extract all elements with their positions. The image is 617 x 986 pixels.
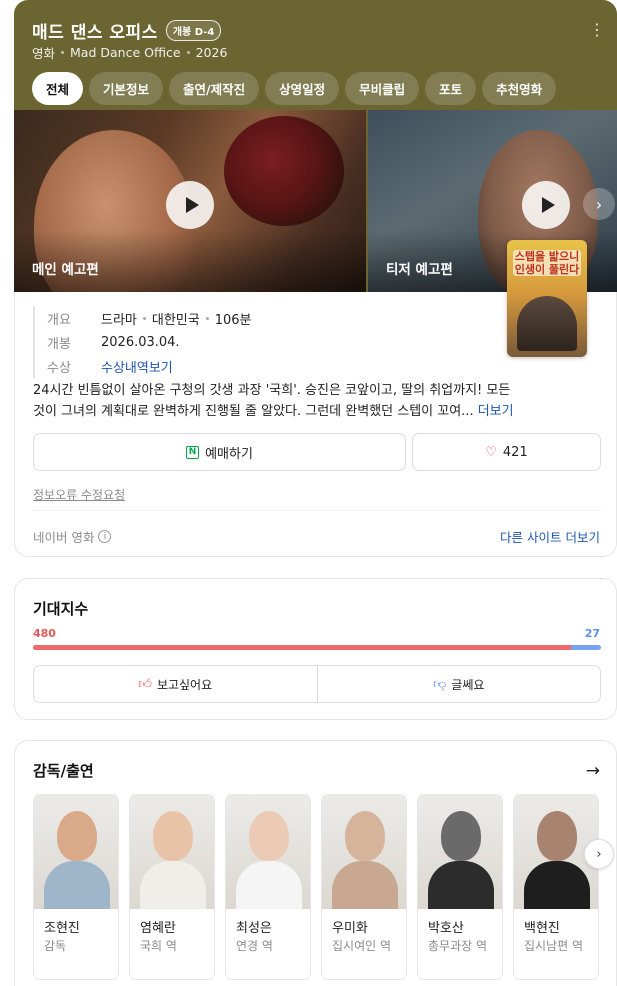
movie-title[interactable]: 매드 댄스 오피스 <box>32 18 158 43</box>
source-label: 네이버 영화 i <box>33 527 112 546</box>
title-row: 매드 댄스 오피스 개봉 D-4 <box>32 18 222 43</box>
trailer-label: 티저 예고편 <box>386 262 453 278</box>
cast-role: 감독 <box>44 939 67 953</box>
expectation-card: 기대지수 480 27 👍︎ 보고싶어요 👎︎ 글쎄요 <box>14 578 617 720</box>
fact-awards: 수상 수상내역보기 <box>47 354 252 378</box>
movie-poster[interactable]: 스텝을 밟으니 인생이 풀린다 <box>507 240 587 357</box>
meh-count: 27 <box>584 627 600 640</box>
cast-member[interactable]: 백현진집시남편 역 <box>513 794 599 980</box>
naver-n-icon: N <box>186 445 200 459</box>
meta-english-title: Mad Dance Office <box>70 45 181 60</box>
section-title: 감독/출연 <box>33 762 94 780</box>
other-sites-link[interactable]: 다른 사이트 더보기 <box>500 527 600 546</box>
meta-year: 2026 <box>195 45 228 60</box>
cast-name: 우미화 <box>332 921 368 936</box>
book-ticket-button[interactable]: N 예매하기 <box>33 433 406 471</box>
avatar <box>322 795 406 909</box>
cast-name: 조현진 <box>44 921 80 936</box>
kebab-icon[interactable]: ⋮ <box>589 22 605 38</box>
cast-member[interactable]: 염혜란국희 역 <box>129 794 215 980</box>
release-badge: 개봉 D-4 <box>165 20 222 41</box>
tab-showtimes[interactable]: 상영일정 <box>265 72 340 105</box>
action-row: N 예매하기 ♡ 421 <box>33 433 601 471</box>
expectation-bar-fill <box>33 645 571 650</box>
synopsis-more-link[interactable]: 더보기 <box>478 404 514 419</box>
cast-member[interactable]: 최성은연경 역 <box>225 794 311 980</box>
release-date: 2026.03.04. <box>101 334 180 350</box>
trailer-label: 메인 예고편 <box>32 262 99 278</box>
runtime: 106분 <box>214 312 252 328</box>
play-icon[interactable] <box>166 181 214 229</box>
tab-basic-info[interactable]: 기본정보 <box>89 72 164 105</box>
tab-cast-crew[interactable]: 출연/제작진 <box>169 72 260 105</box>
cast-name: 최성은 <box>236 921 272 936</box>
separator-dot <box>186 51 190 54</box>
trailer-still-flower <box>224 116 344 226</box>
cast-role: 연경 역 <box>236 939 273 953</box>
thumbs-up-icon: 👍︎ <box>138 676 152 692</box>
genre: 드라마 <box>101 312 137 328</box>
heart-icon: ♡ <box>485 444 497 460</box>
cast-list: 조현진 감독 염혜란 국희 역 최성은 연경 역 우미화 집시여인 역 박호산 총무과장 역 백현진… <box>33 794 599 980</box>
meta-type: 영화 <box>32 46 56 61</box>
cast-role: 집시여인 역 <box>332 939 392 953</box>
fact-overview: 개요 드라마 대한민국 106분 <box>47 306 252 330</box>
cast-role: 총무과장 역 <box>428 939 488 953</box>
cast-name: 염혜란 <box>140 921 176 936</box>
awards-link[interactable]: 수상내역보기 <box>101 357 173 376</box>
want-count: 480 <box>33 627 56 640</box>
cast-member[interactable]: 우미화집시여인 역 <box>321 794 407 980</box>
cast-member[interactable]: 박호산총무과장 역 <box>417 794 503 980</box>
fact-release: 개봉 2026.03.04. <box>47 334 180 352</box>
avatar <box>418 795 502 909</box>
thumbs-down-icon: 👎︎ <box>433 676 447 692</box>
like-button[interactable]: ♡ 421 <box>412 433 601 471</box>
tab-photos[interactable]: 포토 <box>425 72 477 105</box>
movie-meta: 영화 Mad Dance Office 2026 <box>32 43 227 62</box>
avatar <box>130 795 214 909</box>
cast-role: 국희 역 <box>140 939 177 953</box>
divider <box>33 510 601 511</box>
report-error-link[interactable]: 정보오류 수정요청 <box>33 486 125 503</box>
avatar <box>226 795 310 909</box>
vote-row: 👍︎ 보고싶어요 👎︎ 글쎄요 <box>33 665 601 703</box>
expectation-bar <box>33 645 601 650</box>
avatar <box>34 795 118 909</box>
chevron-right-icon[interactable]: › <box>583 188 615 220</box>
like-count: 421 <box>502 444 528 460</box>
country: 대한민국 <box>151 312 200 328</box>
section-title: 기대지수 <box>33 600 89 618</box>
cast-member[interactable]: 조현진감독 <box>33 794 119 980</box>
cast-role: 집시남편 역 <box>524 939 584 953</box>
main-trailer[interactable]: 메인 예고편 <box>14 110 366 300</box>
poster-tagline: 스텝을 밟으니 인생이 풀린다 <box>513 250 581 277</box>
info-icon[interactable]: i <box>98 530 112 543</box>
cast-card: 감독/출연 → 조현진 감독 염혜란 국희 역 최성은 연경 역 우미화 집시여인 역 박호산 총… <box>14 740 617 986</box>
chevron-right-icon[interactable]: › <box>584 839 614 869</box>
tab-recommended[interactable]: 추천영화 <box>482 72 557 105</box>
not-sure-button[interactable]: 👎︎ 글쎄요 <box>316 666 601 702</box>
fact-list: 개요 드라마 대한민국 106분 개봉 2026.03.04. 수상 수상내역보… <box>33 306 252 378</box>
separator-dot <box>61 51 65 54</box>
tab-movie-clips[interactable]: 무비클립 <box>345 72 420 105</box>
arrow-right-icon[interactable]: → <box>586 761 600 781</box>
tab-bar: 전체 기본정보 출연/제작진 상영일정 무비클립 포토 추천영화 <box>32 72 557 105</box>
want-to-see-button[interactable]: 👍︎ 보고싶어요 <box>34 666 317 702</box>
synopsis: 24시간 빈틈없이 살아온 구청의 갓생 과장 '국희'. 승진은 코앞이고, … <box>33 383 514 419</box>
cast-name: 백현진 <box>524 921 560 936</box>
tab-all[interactable]: 전체 <box>32 72 84 105</box>
cast-name: 박호산 <box>428 921 464 936</box>
play-icon[interactable] <box>522 181 570 229</box>
